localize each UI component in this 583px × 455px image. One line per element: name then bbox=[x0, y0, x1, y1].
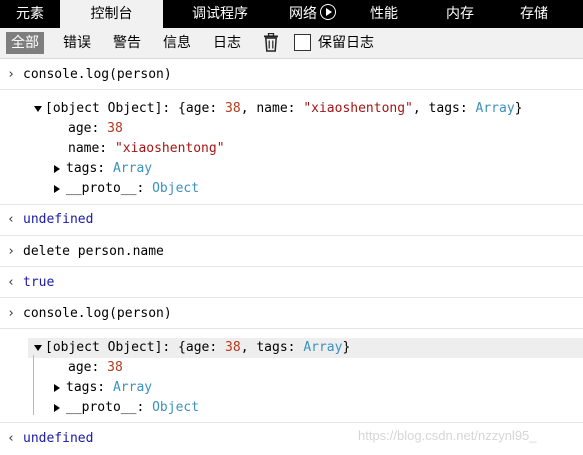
tab-debugger[interactable]: 调试程序 bbox=[175, 0, 265, 28]
preserve-log-label: 保留日志 bbox=[318, 35, 374, 51]
output-chevron-icon: ‹ bbox=[7, 431, 15, 446]
tab-label: 控制台 bbox=[90, 6, 133, 22]
property-age: age: 38 bbox=[68, 121, 123, 136]
console-input-text: delete person.name bbox=[23, 244, 164, 259]
console-input-text: console.log(person) bbox=[23, 67, 172, 82]
play-circle-icon[interactable] bbox=[320, 4, 336, 20]
tab-label: 网络 bbox=[289, 6, 317, 22]
console-result-text: undefined bbox=[23, 212, 94, 227]
object-summary[interactable]: [object Object]: {age: 38, tags: Array} bbox=[45, 338, 350, 358]
filter-all[interactable]: 全部 bbox=[6, 32, 44, 54]
tab-memory[interactable]: 内存 bbox=[432, 0, 488, 28]
property-tags[interactable]: tags: Array bbox=[66, 378, 152, 398]
property-proto[interactable]: __proto__: Object bbox=[66, 398, 199, 418]
filter-warnings[interactable]: 警告 bbox=[108, 32, 146, 54]
tab-storage[interactable]: 存储 bbox=[506, 0, 562, 28]
trash-icon[interactable] bbox=[263, 33, 279, 52]
console-toolbar: 全部 错误 警告 信息 日志 保留日志 bbox=[0, 28, 583, 59]
tab-elements[interactable]: 元素 bbox=[0, 0, 60, 28]
console-result-row: ‹ true bbox=[0, 267, 583, 298]
console-input-row: › delete person.name bbox=[0, 236, 583, 267]
input-chevron-icon: › bbox=[7, 306, 15, 321]
tab-label: 内存 bbox=[446, 6, 474, 22]
tab-console[interactable]: 控制台 bbox=[60, 0, 163, 28]
expand-arrow-icon[interactable] bbox=[52, 398, 62, 418]
devtools-tab-bar: 元素 控制台 调试程序 网络 性能 内存 存储 bbox=[0, 0, 583, 28]
expand-arrow-icon[interactable] bbox=[52, 179, 62, 199]
console-input-row: › console.log(person) bbox=[0, 60, 583, 90]
input-chevron-icon: › bbox=[7, 244, 15, 259]
property-tags[interactable]: tags: Array bbox=[66, 159, 152, 179]
tab-label: 存储 bbox=[520, 6, 548, 22]
tab-label: 元素 bbox=[16, 6, 44, 22]
output-chevron-icon: ‹ bbox=[7, 275, 15, 290]
tab-network[interactable]: 网络 bbox=[275, 0, 350, 28]
tree-guide-line bbox=[33, 355, 34, 415]
watermark-text: https://blog.csdn.net/nzzynl95_ bbox=[358, 428, 537, 443]
console-log-output: [object Object]: {age: 38, tags: Array} … bbox=[0, 329, 583, 423]
collapse-arrow-icon[interactable] bbox=[33, 99, 43, 119]
filter-log[interactable]: 日志 bbox=[208, 32, 246, 54]
tab-label: 性能 bbox=[370, 6, 398, 22]
console-log-output: [object Object]: {age: 38, name: "xiaosh… bbox=[0, 90, 583, 205]
console-result-text: undefined bbox=[23, 431, 94, 446]
output-chevron-icon: ‹ bbox=[7, 212, 15, 227]
collapse-arrow-icon[interactable] bbox=[33, 338, 43, 358]
filter-errors[interactable]: 错误 bbox=[58, 32, 96, 54]
preserve-log-checkbox[interactable] bbox=[294, 34, 311, 51]
console-result-row: ‹ undefined bbox=[0, 205, 583, 236]
expand-arrow-icon[interactable] bbox=[52, 378, 62, 398]
expand-arrow-icon[interactable] bbox=[52, 159, 62, 179]
tab-label: 调试程序 bbox=[192, 6, 248, 22]
console-result-text: true bbox=[23, 275, 55, 290]
input-chevron-icon: › bbox=[7, 67, 15, 82]
object-summary[interactable]: [object Object]: {age: 38, name: "xiaosh… bbox=[45, 99, 522, 119]
filter-info[interactable]: 信息 bbox=[158, 32, 196, 54]
property-name: name: "xiaoshentong" bbox=[68, 141, 225, 156]
console-input-row: › console.log(person) bbox=[0, 298, 583, 329]
tab-performance[interactable]: 性能 bbox=[356, 0, 412, 28]
property-proto[interactable]: __proto__: Object bbox=[66, 179, 199, 199]
console-input-text: console.log(person) bbox=[23, 306, 172, 321]
property-age: age: 38 bbox=[68, 360, 123, 375]
